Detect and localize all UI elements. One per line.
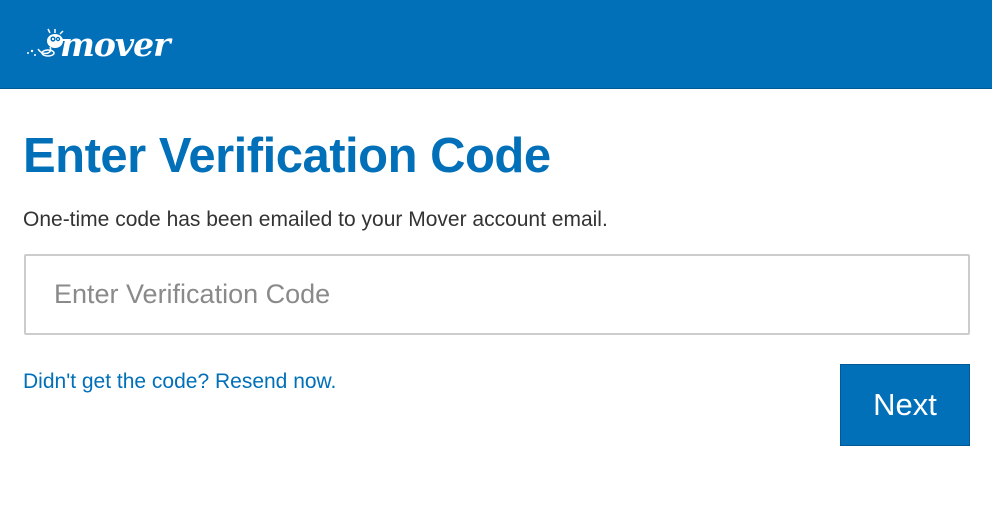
next-button[interactable]: Next	[840, 364, 970, 446]
instruction-text: One-time code has been emailed to your M…	[23, 208, 608, 231]
top-header-bar: mover	[0, 0, 992, 89]
verification-code-input[interactable]	[24, 254, 970, 335]
resend-code-link[interactable]: Didn't get the code? Resend now.	[23, 369, 336, 395]
mover-logo[interactable]: mover	[22, 24, 170, 64]
page-title: Enter Verification Code	[23, 129, 551, 183]
logo-wordmark: mover	[60, 24, 170, 64]
